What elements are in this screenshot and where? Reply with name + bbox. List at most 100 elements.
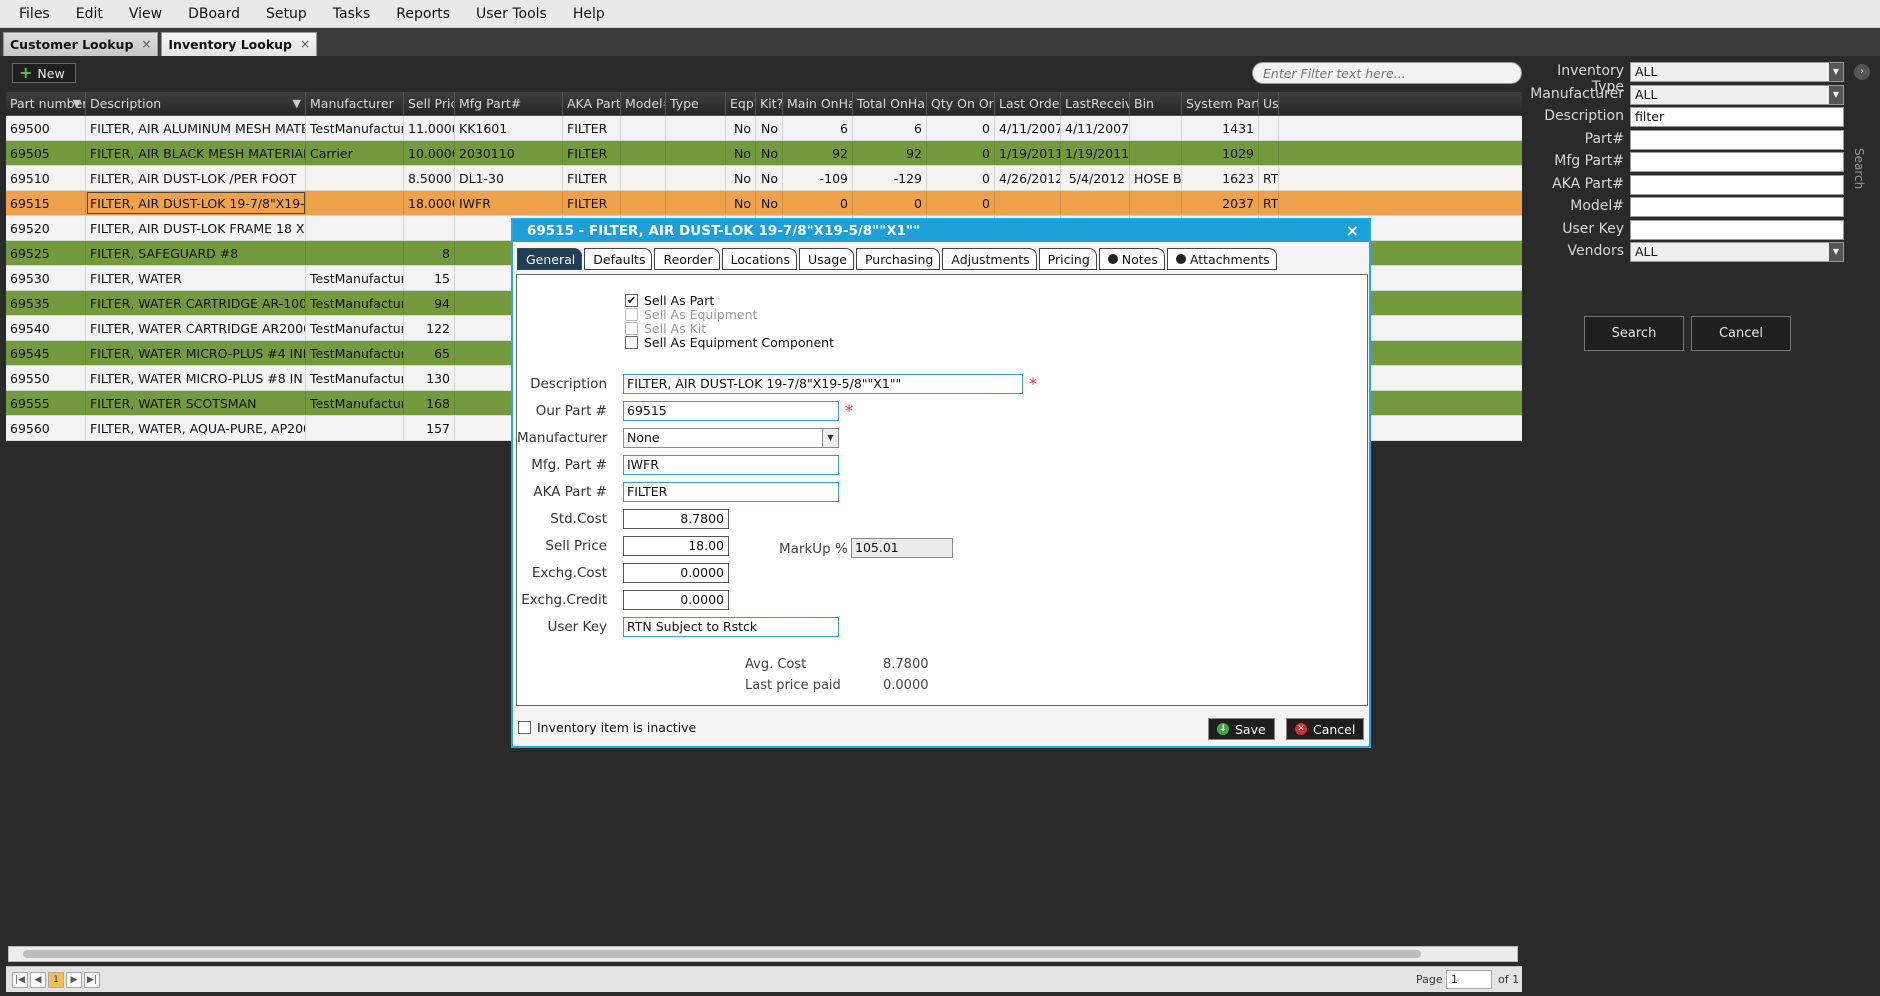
search-field-vendors[interactable]: ALL ▼ [1630,242,1844,262]
collapse-icon[interactable]: › [1854,64,1870,80]
cancel-search-button[interactable]: Cancel [1691,316,1791,351]
chevron-down-icon[interactable]: ▼ [1829,243,1843,261]
chevron-down-icon[interactable]: ▼ [1829,63,1843,81]
user-key-field[interactable]: RTN Subject to Rstck [623,617,839,637]
tab-general[interactable]: General [517,248,583,270]
cell-desc: FILTER, SAFEGUARD #8 [86,241,306,265]
column-header[interactable]: Manufacturer [306,92,404,115]
tab-purchasing[interactable]: Purchasing [855,248,941,270]
our-part-field[interactable]: 69515 [623,401,839,421]
filter-input[interactable] [1252,62,1522,84]
tab-usage[interactable]: Usage [799,248,854,270]
tab-reorder[interactable]: Reorder [654,248,720,270]
menu-item-files[interactable]: Files [6,6,63,22]
menu-item-help[interactable]: Help [560,6,618,22]
search-field-part[interactable] [1630,129,1844,150]
table-row[interactable]: 69510 FILTER, AIR DUST-LOK /PER FOOT 8.500… [6,166,1522,191]
search-field-description[interactable]: filter [1630,107,1844,127]
column-header[interactable]: Description ▼ [86,92,306,115]
mfg-part-field[interactable]: IWFR [623,455,839,475]
search-field-user-key[interactable] [1630,219,1844,240]
menu-item-view[interactable]: View [116,6,175,22]
pager-button[interactable]: |◀ [12,971,28,988]
column-header[interactable]: Mfg Part# [455,92,563,115]
horizontal-scrollbar[interactable] [8,946,1518,962]
filter-icon[interactable]: ▼ [293,92,301,115]
column-header[interactable]: Main OnHand [783,92,853,115]
tab-inventory-lookup[interactable]: Inventory Lookup × [161,32,318,56]
column-header[interactable]: Bin [1130,92,1182,115]
checkbox-sell-as-part[interactable]: ✔ Sell As Part [625,293,714,308]
column-header[interactable]: Last Ordered [995,92,1061,115]
column-header[interactable]: AKA Part# [563,92,621,115]
cell-desc: FILTER, WATER CARTRIDGE AR20000 [86,316,306,340]
std-cost-field[interactable]: 8.7800 [623,509,729,529]
pager-button[interactable]: ▶ [66,971,82,988]
column-header[interactable]: User [1259,92,1279,115]
column-header[interactable]: Sell Price [404,92,455,115]
tab-defaults[interactable]: Defaults [584,248,653,270]
new-button[interactable]: + New [12,63,76,83]
search-field-inventory-type[interactable]: ALL ▼ [1630,62,1844,82]
chevron-down-icon[interactable]: ▼ [1829,85,1843,104]
description-field[interactable]: FILTER, AIR DUST-LOK 19-7/8"X19-5/8""X1"… [623,374,1023,394]
exchg-credit-field[interactable]: 0.0000 [623,590,729,610]
cancel-button[interactable]: ✕ Cancel [1286,718,1365,740]
menu-item-reports[interactable]: Reports [383,6,463,22]
filter-icon[interactable]: ▼ [73,92,81,115]
menu-item-dboard[interactable]: DBoard [175,6,253,22]
search-side-strip[interactable]: › Search [1852,58,1880,992]
cell-sys: 2037 [1182,191,1259,215]
column-header[interactable]: Part number ▼ [6,92,86,115]
search-side-label: Search [1852,148,1866,190]
tab-locations[interactable]: Locations [721,248,797,270]
column-header[interactable]: Total OnHand [853,92,927,115]
column-header[interactable]: Type [666,92,726,115]
tab-attachments[interactable]: Attachments [1166,248,1277,270]
table-row[interactable]: 69515FILTER, AIR DUST-LOK 19-7/8"X19-5/8… [6,191,1522,216]
tab-pricing[interactable]: Pricing [1038,248,1097,270]
search-field-mfg-part[interactable] [1630,152,1844,172]
inactive-checkbox-row[interactable]: Inventory item is inactive [518,720,696,735]
page-number-input[interactable]: 1 [1446,970,1492,989]
table-row[interactable]: 69500FILTER, AIR ALUMINUM MESH MATERIALT… [6,116,1522,141]
search-field-aka-part[interactable] [1630,174,1844,195]
column-header[interactable]: System Part# [1182,92,1259,115]
exchg-cost-field[interactable]: 0.0000 [623,563,729,583]
column-header[interactable]: Eqp? [726,92,756,115]
menu-item-setup[interactable]: Setup [253,6,320,22]
cell-mfr [306,241,404,265]
cell-mfgpart: KK1601 [455,116,563,140]
aka-part-field[interactable]: FILTER [623,482,839,502]
chevron-down-icon[interactable]: ▼ [822,429,838,447]
cell-desc: FILTER, AIR BLACK MESH MATERIAL [86,141,306,165]
close-icon[interactable]: × [1346,220,1359,242]
pager-button[interactable]: 1 [48,971,64,988]
tab-customer-lookup[interactable]: Customer Lookup × [3,32,159,56]
search-field-manufacturer[interactable]: ALL ▼ [1630,84,1844,105]
tab-notes[interactable]: Notes [1098,248,1165,270]
checkbox-sell-as-equipment-component[interactable]: Sell As Equipment Component [625,335,834,350]
checkbox[interactable] [625,336,638,349]
table-row[interactable]: 69505 FILTER, AIR BLACK MESH MATERIAL Carr… [6,141,1522,166]
search-field-model[interactable] [1630,197,1844,217]
column-header[interactable]: Qty On Order [927,92,995,115]
tab-adjustments[interactable]: Adjustments [942,248,1037,270]
pager-button[interactable]: ▶| [84,971,100,988]
search-button[interactable]: Search [1584,316,1684,351]
checkbox[interactable]: ✔ [625,294,638,307]
pager-button[interactable]: ◀ [30,971,46,988]
close-icon[interactable]: × [141,37,151,51]
close-icon[interactable]: × [300,37,310,51]
inactive-checkbox[interactable] [518,721,531,734]
column-header[interactable]: Kit? [756,92,783,115]
manufacturer-select[interactable]: None ▼ [623,428,839,448]
menu-item-user-tools[interactable]: User Tools [463,6,560,22]
menu-item-edit[interactable]: Edit [63,6,116,22]
scrollbar-thumb[interactable] [23,950,1421,958]
save-button[interactable]: ↓ Save [1208,718,1275,740]
sell-price-field[interactable]: 18.00 [623,536,729,556]
column-header[interactable]: Model# [621,92,666,115]
column-header[interactable]: LastReceived [1061,92,1130,115]
menu-item-tasks[interactable]: Tasks [320,6,384,22]
